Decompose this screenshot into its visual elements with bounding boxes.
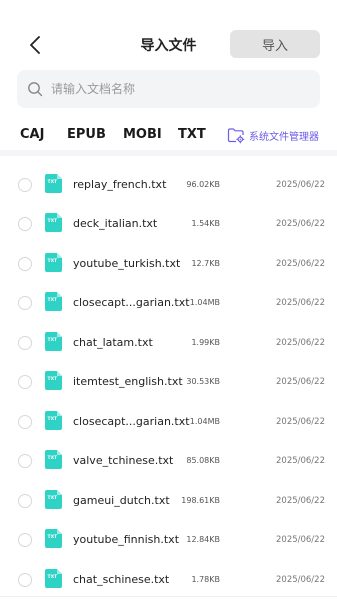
txt-file-icon: TXT bbox=[45, 371, 62, 390]
svg-text:TXT: TXT bbox=[48, 179, 59, 185]
file-row[interactable]: TXT deck_italian.txt 1.54KB 2025/06/22 bbox=[0, 205, 337, 244]
select-radio[interactable] bbox=[18, 178, 32, 192]
bottom-edge bbox=[0, 596, 337, 600]
file-size: 1.78KB bbox=[191, 575, 220, 584]
svg-text:TXT: TXT bbox=[48, 455, 59, 461]
file-row[interactable]: TXT youtube_finnish.txt 12.84KB 2025/06/… bbox=[0, 521, 337, 560]
file-name: chat_schinese.txt bbox=[73, 573, 170, 586]
section-divider bbox=[0, 150, 337, 156]
header-bar: 导入文件 导入 bbox=[0, 0, 337, 66]
txt-file-icon: TXT bbox=[45, 213, 62, 232]
txt-file-icon: TXT bbox=[45, 332, 62, 351]
txt-file-icon: TXT bbox=[45, 490, 62, 509]
select-radio[interactable] bbox=[18, 336, 32, 350]
file-size: 1.54KB bbox=[191, 219, 220, 228]
file-name: valve_tchinese.txt bbox=[73, 454, 174, 467]
file-date: 2025/06/22 bbox=[276, 377, 325, 387]
file-row[interactable]: TXT replay_french.txt 96.02KB 2025/06/22 bbox=[0, 166, 337, 205]
select-radio[interactable] bbox=[18, 375, 32, 389]
select-radio[interactable] bbox=[18, 415, 32, 429]
svg-text:TXT: TXT bbox=[48, 534, 59, 540]
file-date: 2025/06/22 bbox=[276, 298, 325, 308]
file-size: 96.02KB bbox=[186, 180, 220, 189]
svg-text:TXT: TXT bbox=[48, 337, 59, 343]
folder-gear-icon bbox=[227, 127, 245, 144]
file-date: 2025/06/22 bbox=[276, 575, 325, 585]
file-name: closecapt...garian.txt bbox=[73, 415, 190, 428]
system-file-manager-button[interactable]: 系统文件管理器 bbox=[227, 126, 319, 144]
svg-text:TXT: TXT bbox=[48, 376, 59, 382]
select-radio[interactable] bbox=[18, 494, 32, 508]
select-radio[interactable] bbox=[18, 533, 32, 547]
txt-file-icon: TXT bbox=[45, 529, 62, 548]
txt-file-icon: TXT bbox=[45, 569, 62, 588]
file-date: 2025/06/22 bbox=[276, 456, 325, 466]
file-date: 2025/06/22 bbox=[276, 259, 325, 269]
txt-file-icon: TXT bbox=[45, 253, 62, 272]
search-icon bbox=[27, 81, 43, 97]
file-row[interactable]: TXT closecapt...garian.txt 1.04MB 2025/0… bbox=[0, 403, 337, 442]
file-list: TXT replay_french.txt 96.02KB 2025/06/22… bbox=[0, 160, 337, 590]
file-size: 1.99KB bbox=[191, 338, 220, 347]
file-row[interactable]: TXT chat_latam.txt 1.99KB 2025/06/22 bbox=[0, 324, 337, 363]
file-name: chat_latam.txt bbox=[73, 336, 153, 349]
select-radio[interactable] bbox=[18, 454, 32, 468]
file-name: youtube_finnish.txt bbox=[73, 533, 180, 546]
file-date: 2025/06/22 bbox=[276, 496, 325, 506]
txt-file-icon: TXT bbox=[45, 292, 62, 311]
file-name: replay_french.txt bbox=[73, 178, 167, 191]
file-size: 1.04MB bbox=[189, 417, 220, 426]
tab-mobi[interactable]: MOBI bbox=[123, 127, 162, 142]
txt-file-icon: TXT bbox=[45, 411, 62, 430]
import-button[interactable]: 导入 bbox=[230, 30, 320, 58]
file-size: 198.61KB bbox=[181, 496, 220, 505]
file-name: closecapt...garian.txt bbox=[73, 296, 190, 309]
file-row[interactable]: TXT itemtest_english.txt 30.53KB 2025/06… bbox=[0, 363, 337, 402]
file-size: 30.53KB bbox=[186, 377, 220, 386]
select-radio[interactable] bbox=[18, 296, 32, 310]
file-row[interactable]: TXT chat_schinese.txt 1.78KB 2025/06/22 bbox=[0, 561, 337, 590]
back-button[interactable] bbox=[22, 30, 48, 60]
tab-epub[interactable]: EPUB bbox=[67, 127, 106, 142]
file-name: itemtest_english.txt bbox=[73, 375, 183, 388]
file-name: deck_italian.txt bbox=[73, 217, 158, 230]
tab-caj[interactable]: CAJ bbox=[20, 127, 44, 142]
svg-text:TXT: TXT bbox=[48, 495, 59, 501]
select-radio[interactable] bbox=[18, 573, 32, 587]
file-date: 2025/06/22 bbox=[276, 219, 325, 229]
file-date: 2025/06/22 bbox=[276, 535, 325, 545]
file-size: 85.08KB bbox=[186, 456, 220, 465]
txt-file-icon: TXT bbox=[45, 174, 62, 193]
file-size: 1.04MB bbox=[189, 298, 220, 307]
txt-file-icon: TXT bbox=[45, 450, 62, 469]
file-date: 2025/06/22 bbox=[276, 180, 325, 190]
file-row[interactable]: TXT closecapt...garian.txt 1.04MB 2025/0… bbox=[0, 284, 337, 323]
search-input[interactable] bbox=[51, 82, 291, 96]
file-name: gameui_dutch.txt bbox=[73, 494, 170, 507]
file-row[interactable]: TXT youtube_turkish.txt 12.7KB 2025/06/2… bbox=[0, 245, 337, 284]
svg-text:TXT: TXT bbox=[48, 297, 59, 303]
file-row[interactable]: TXT valve_tchinese.txt 85.08KB 2025/06/2… bbox=[0, 442, 337, 481]
select-radio[interactable] bbox=[18, 257, 32, 271]
search-bar[interactable] bbox=[17, 70, 320, 108]
file-size: 12.84KB bbox=[186, 535, 220, 544]
file-size: 12.7KB bbox=[191, 259, 220, 268]
svg-text:TXT: TXT bbox=[48, 218, 59, 224]
svg-text:TXT: TXT bbox=[48, 574, 59, 580]
tab-txt[interactable]: TXT bbox=[178, 127, 206, 142]
file-date: 2025/06/22 bbox=[276, 417, 325, 427]
select-radio[interactable] bbox=[18, 217, 32, 231]
svg-text:TXT: TXT bbox=[48, 416, 59, 422]
file-date: 2025/06/22 bbox=[276, 338, 325, 348]
system-file-manager-label: 系统文件管理器 bbox=[249, 131, 319, 143]
file-row[interactable]: TXT gameui_dutch.txt 198.61KB 2025/06/22 bbox=[0, 482, 337, 521]
svg-text:TXT: TXT bbox=[48, 258, 59, 264]
file-name: youtube_turkish.txt bbox=[73, 257, 181, 270]
chevron-left-icon bbox=[30, 36, 40, 54]
